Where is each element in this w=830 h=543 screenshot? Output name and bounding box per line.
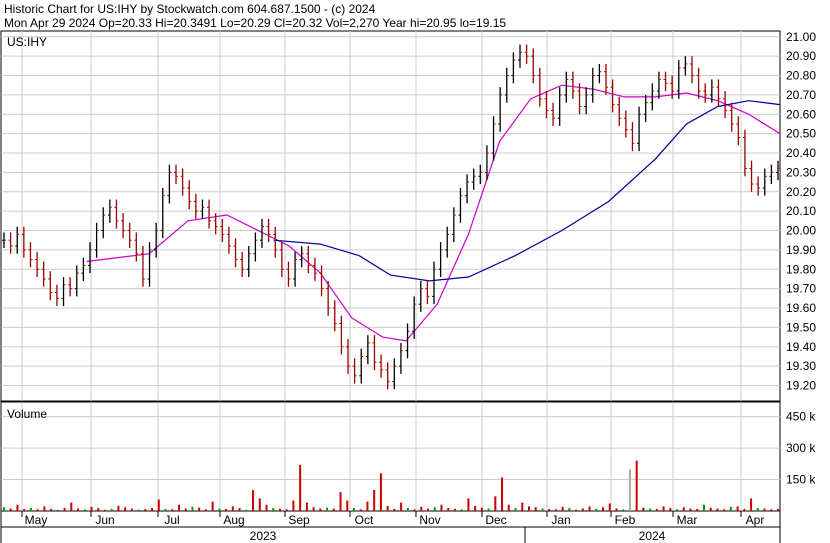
volume-tick-label: 450 k: [786, 410, 816, 424]
price-tick-label: 19.30: [786, 359, 816, 373]
price-tick-label: 20.60: [786, 107, 816, 121]
month-label: Jul: [164, 513, 179, 527]
chart-header-line1: Historic Chart for US:IHY by Stockwatch.…: [4, 2, 376, 16]
price-tick-label: 20.20: [786, 185, 816, 199]
month-label: Aug: [223, 513, 244, 527]
price-tick-label: 19.70: [786, 282, 816, 296]
month-label: Feb: [615, 513, 636, 527]
volume-panel: Volume 450 k 300 k 150 k: [0, 401, 816, 517]
month-label: Apr: [746, 513, 765, 527]
month-label: Dec: [485, 513, 506, 527]
price-axis: 21.00 20.90 20.80 20.70 20.60 20.50 20.40 20.30…: [786, 30, 816, 393]
price-tick-label: 20.00: [786, 224, 816, 238]
price-tick-label: 20.80: [786, 69, 816, 83]
month-label: Mar: [677, 513, 698, 527]
price-tick-label: 19.60: [786, 301, 816, 315]
volume-axis: 450 k 300 k 150 k: [786, 410, 816, 487]
price-tick-label: 19.90: [786, 243, 816, 257]
chart-header-line2: Mon Apr 29 2024 Op=20.33 Hi=20.3491 Lo=2…: [4, 16, 506, 30]
month-label: Jun: [95, 513, 114, 527]
month-label: Oct: [355, 513, 374, 527]
year-label-2024: 2024: [639, 529, 666, 543]
time-axis: May Jun Jul Aug Sep Oct Nov Dec Jan Feb Mar Apr 202…: [0, 511, 781, 543]
volume-tick-label: 300 k: [786, 441, 816, 455]
price-tick-label: 21.00: [786, 30, 816, 44]
month-label: Nov: [419, 513, 440, 527]
price-tick-label: 19.50: [786, 320, 816, 334]
symbol-label: US:IHY: [7, 35, 47, 49]
price-tick-label: 20.90: [786, 49, 816, 63]
volume-panel-frame: [0, 401, 781, 512]
price-tick-label: 20.70: [786, 88, 816, 102]
price-panel-frame: [0, 30, 781, 402]
price-tick-label: 20.50: [786, 127, 816, 141]
price-tick-label: 20.10: [786, 204, 816, 218]
price-tick-label: 20.40: [786, 146, 816, 160]
price-tick-label: 19.20: [786, 379, 816, 393]
volume-tick-label: 150 k: [786, 473, 816, 487]
price-tick-label: 19.40: [786, 340, 816, 354]
price-tick-label: 20.30: [786, 165, 816, 179]
month-label: May: [25, 513, 48, 527]
year-label-2023: 2023: [250, 529, 277, 543]
month-labels: May Jun Jul Aug Sep Oct Nov Dec Jan Feb Mar Apr: [25, 513, 765, 527]
month-label: Jan: [551, 513, 570, 527]
volume-label: Volume: [7, 407, 47, 421]
price-tick-label: 19.80: [786, 262, 816, 276]
stock-chart: Historic Chart for US:IHY by Stockwatch.…: [0, 2, 816, 543]
price-panel: US:IHY 21.00 20.90 20.80 20.70 20.60 20.50 20.…: [0, 30, 816, 402]
month-label: Sep: [288, 513, 310, 527]
